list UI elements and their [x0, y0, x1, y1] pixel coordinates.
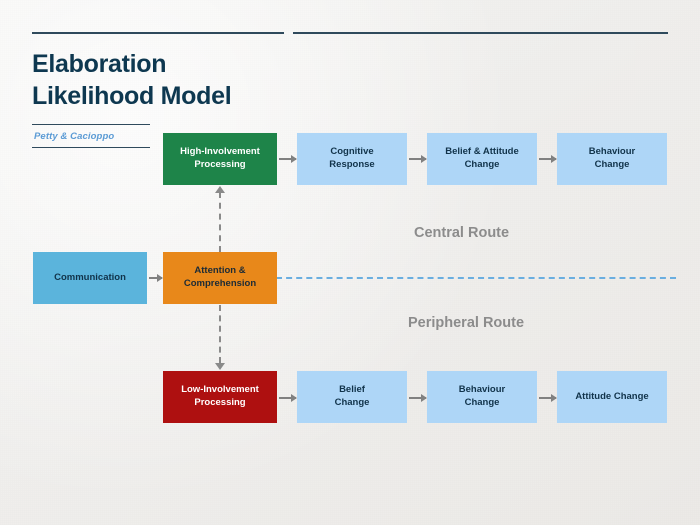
node-cognitive-response-line2: Response: [329, 159, 375, 170]
arrow-high-involvement-to-cognitive-response: [279, 158, 296, 160]
central-route-label: Central Route: [414, 225, 510, 241]
node-high-involvement-processing-line1: High-Involvement: [180, 146, 260, 158]
node-behaviour-change-central-line1: Behaviour: [588, 146, 636, 158]
node-communication[interactable]: Communication: [33, 252, 147, 304]
node-belief-change-line2: Change: [334, 397, 370, 408]
title-line-2: Likelihood Model: [32, 82, 232, 110]
author-rule-bottom: [32, 147, 150, 148]
node-low-involvement-processing-line2: Processing: [194, 397, 246, 408]
node-belief-attitude-change-line1: Belief & Attitude: [445, 146, 519, 158]
node-behaviour-change-central-line2: Change: [594, 159, 630, 170]
dashed-connector-arrowhead-down: [215, 363, 225, 370]
arrow-behaviour-change-to-attitude-change: [539, 397, 556, 399]
arrow-communication-to-attention: [149, 277, 162, 279]
node-belief-change-line1: Belief: [339, 384, 365, 396]
node-high-involvement-processing[interactable]: High-Involvement Processing: [163, 133, 277, 185]
node-belief-change[interactable]: Belief Change: [297, 371, 407, 423]
dashed-connector-arrowhead-up: [215, 186, 225, 193]
arrow-belief-change-to-behaviour-change-peripheral: [409, 397, 426, 399]
node-behaviour-change-central[interactable]: Behaviour Change: [557, 133, 667, 185]
dashed-connector-attention-to-high-involvement: [219, 192, 221, 252]
route-divider-line: [276, 277, 676, 279]
node-attention-comprehension[interactable]: Attention & Comprehension: [163, 252, 277, 304]
header-rule-right: [293, 32, 668, 34]
node-high-involvement-processing-line2: Processing: [194, 159, 246, 170]
node-attention-comprehension-line2: Comprehension: [183, 278, 257, 289]
slide-canvas: Elaboration Likelihood Model Petty & Cac…: [0, 0, 700, 525]
arrow-belief-attitude-to-behaviour-change-central: [539, 158, 556, 160]
node-cognitive-response[interactable]: Cognitive Response: [297, 133, 407, 185]
author-name: Petty & Cacioppo: [34, 131, 115, 142]
node-behaviour-change-peripheral-line1: Behaviour: [458, 384, 506, 396]
node-low-involvement-processing[interactable]: Low-Involvement Processing: [163, 371, 277, 423]
arrow-cognitive-response-to-belief-attitude-change: [409, 158, 426, 160]
node-behaviour-change-peripheral[interactable]: Behaviour Change: [427, 371, 537, 423]
node-belief-attitude-change[interactable]: Belief & Attitude Change: [427, 133, 537, 185]
node-cognitive-response-line1: Cognitive: [330, 146, 374, 158]
node-attitude-change-label: Attitude Change: [575, 390, 649, 402]
peripheral-route-label: Peripheral Route: [408, 315, 525, 331]
header-rule-left: [32, 32, 284, 34]
node-low-involvement-processing-line1: Low-Involvement: [181, 384, 259, 396]
node-attention-comprehension-line1: Attention &: [194, 265, 246, 277]
page-title: Elaboration Likelihood Model: [32, 48, 362, 112]
arrow-low-involvement-to-belief-change: [279, 397, 296, 399]
author-block: Petty & Cacioppo: [32, 124, 150, 148]
node-attitude-change[interactable]: Attitude Change: [557, 371, 667, 423]
node-belief-attitude-change-line2: Change: [464, 159, 500, 170]
node-communication-label: Communication: [54, 271, 126, 283]
dashed-connector-attention-to-low-involvement: [219, 305, 221, 363]
node-behaviour-change-peripheral-line2: Change: [464, 397, 500, 408]
title-line-1: Elaboration: [32, 50, 167, 78]
